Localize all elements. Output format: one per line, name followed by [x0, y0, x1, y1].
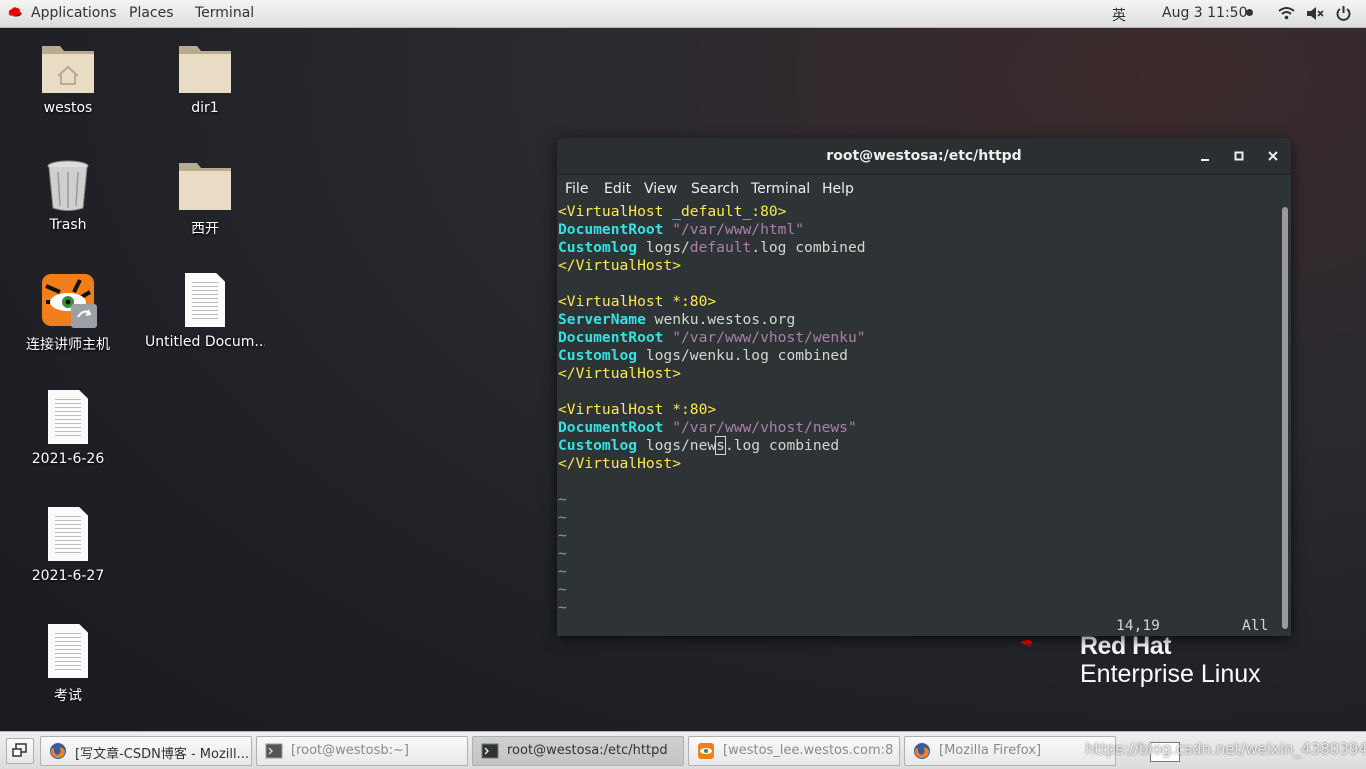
taskbar-item-vnc-viewer[interactable]: [westos_lee.westos.com:8 ... — [688, 736, 900, 766]
desktop-icon-label: 连接讲师主机 — [26, 337, 110, 353]
code-line: Customlog logs/wenku.log combined — [558, 347, 848, 364]
code-line: Customlog logs/news.log combined — [558, 436, 840, 455]
desktop-icon-untitled-document[interactable]: Untitled Docum... — [145, 272, 265, 354]
vnc-viewer-icon — [698, 743, 714, 759]
applications-menu[interactable]: Applications — [31, 5, 117, 21]
menu-edit[interactable]: Edit — [604, 181, 631, 197]
taskbar-item-terminal-westosb[interactable]: [root@westosb:~] — [256, 736, 468, 766]
desktop-icon-label: westos — [43, 100, 93, 116]
empty-line-marker: ~ — [558, 491, 567, 508]
code-line: <VirtualHost _default_:80> — [558, 203, 787, 220]
terminal-icon — [481, 743, 499, 759]
code-line: </VirtualHost> — [558, 455, 682, 472]
desktop-icon-label: Trash — [49, 217, 87, 233]
empty-line-marker: ~ — [558, 545, 567, 562]
code-line: </VirtualHost> — [558, 365, 682, 382]
desktop-icon-folder-xikai[interactable]: 西开 — [145, 157, 265, 237]
minimize-button[interactable] — [1195, 146, 1215, 166]
tigervnc-icon — [40, 272, 97, 328]
terminal-scrollbar[interactable] — [1279, 203, 1291, 636]
document-icon — [48, 507, 88, 561]
desktop-icon-doc-kaoshi[interactable]: 考试 — [8, 623, 128, 705]
vim-cursor-position: 14,19 — [1116, 617, 1160, 634]
code-line: </VirtualHost> — [558, 257, 682, 274]
top-panel: Applications Places Terminal 英 Aug 3 11:… — [0, 0, 1366, 28]
desktop-icon-westos[interactable]: westos — [8, 40, 128, 120]
document-icon — [48, 390, 88, 444]
text-cursor: s — [715, 436, 726, 455]
firefox-icon — [914, 743, 930, 759]
menu-search[interactable]: Search — [691, 181, 739, 197]
empty-line-marker: ~ — [558, 581, 567, 598]
desktop-icon-label: 考试 — [54, 688, 82, 704]
desktop-icon-label: 2021-6-26 — [31, 451, 105, 467]
dot-indicator-icon — [1246, 9, 1253, 16]
desktop-icon-label: 2021-6-27 — [31, 568, 105, 584]
maximize-icon — [1234, 151, 1244, 161]
redhat-brand-line2: Enterprise Linux — [1080, 660, 1261, 688]
menu-help[interactable]: Help — [822, 181, 854, 197]
desktop-icon-label: Untitled Docum... — [145, 334, 265, 350]
terminal-app-menu[interactable]: Terminal — [195, 5, 254, 21]
terminal-menubar: File Edit View Search Terminal Help — [557, 175, 1291, 203]
close-button[interactable] — [1263, 146, 1283, 166]
folder-icon — [179, 163, 231, 210]
show-desktop-button[interactable] — [6, 738, 34, 764]
menu-terminal[interactable]: Terminal — [751, 181, 810, 197]
firefox-icon — [50, 743, 66, 759]
empty-line-marker: ~ — [558, 527, 567, 544]
code-line: <VirtualHost *:80> — [558, 401, 717, 418]
close-icon — [1268, 151, 1278, 161]
desktop-icon-label: dir1 — [191, 100, 219, 116]
code-line: <VirtualHost *:80> — [558, 293, 717, 310]
empty-line-marker: ~ — [558, 599, 567, 616]
menu-view[interactable]: View — [644, 181, 677, 197]
code-line: DocumentRoot "/var/www/vhost/wenku" — [558, 329, 866, 346]
terminal-icon — [265, 743, 283, 759]
power-icon[interactable] — [1336, 5, 1351, 21]
code-line: DocumentRoot "/var/www/html" — [558, 221, 805, 238]
clock[interactable]: Aug 3 11:50 — [1162, 5, 1248, 21]
volume-muted-icon[interactable] — [1306, 6, 1324, 21]
scrollbar-thumb[interactable] — [1282, 207, 1288, 629]
folder-icon — [179, 46, 231, 93]
desktop-icon-dir1[interactable]: dir1 — [145, 40, 265, 120]
desktop-icon-doc-2021-6-26[interactable]: 2021-6-26 — [8, 389, 128, 469]
desktop-icon-doc-2021-6-27[interactable]: 2021-6-27 — [8, 506, 128, 586]
desktop-icon-trash[interactable]: Trash — [8, 158, 128, 238]
input-method-indicator[interactable]: 英 — [1112, 5, 1126, 25]
terminal-text-area[interactable]: <VirtualHost _default_:80> DocumentRoot … — [557, 203, 1279, 636]
document-icon — [48, 624, 88, 678]
code-line: DocumentRoot "/var/www/vhost/news" — [558, 419, 857, 436]
terminal-window[interactable]: root@westosa:/etc/httpd File Edit View S… — [557, 138, 1291, 636]
vim-scroll-indicator: All — [1242, 617, 1269, 634]
terminal-titlebar[interactable]: root@westosa:/etc/httpd — [557, 138, 1291, 175]
empty-line-marker: ~ — [558, 563, 567, 580]
redhat-icon — [8, 7, 22, 17]
menu-file[interactable]: File — [565, 181, 588, 197]
taskbar-item-firefox-csdn[interactable]: [写文章-CSDN博客 - Mozill... — [40, 736, 252, 766]
minimize-icon — [1201, 159, 1209, 161]
show-desktop-icon — [12, 743, 27, 757]
taskbar-item-terminal-westosa[interactable]: root@westosa:/etc/httpd — [472, 736, 684, 766]
desktop-icon-label: 西开 — [191, 221, 219, 237]
empty-line-marker: ~ — [558, 509, 567, 526]
redhat-brand-line1: Red Hat — [1080, 632, 1171, 660]
terminal-title: root@westosa:/etc/httpd — [826, 148, 1022, 164]
places-menu[interactable]: Places — [129, 5, 174, 21]
code-line: ServerName wenku.westos.org — [558, 311, 796, 328]
wifi-icon[interactable] — [1278, 6, 1295, 20]
code-line: Customlog logs/default.log combined — [558, 239, 866, 256]
document-icon — [185, 273, 225, 327]
home-folder-icon — [42, 46, 94, 93]
watermark-text: https://blog.csdn.net/weixin_43803940 — [1085, 740, 1366, 758]
maximize-button[interactable] — [1229, 146, 1249, 166]
desktop-icon-vnc-launcher[interactable]: 连接讲师主机 — [8, 272, 128, 354]
trash-icon — [47, 160, 89, 211]
